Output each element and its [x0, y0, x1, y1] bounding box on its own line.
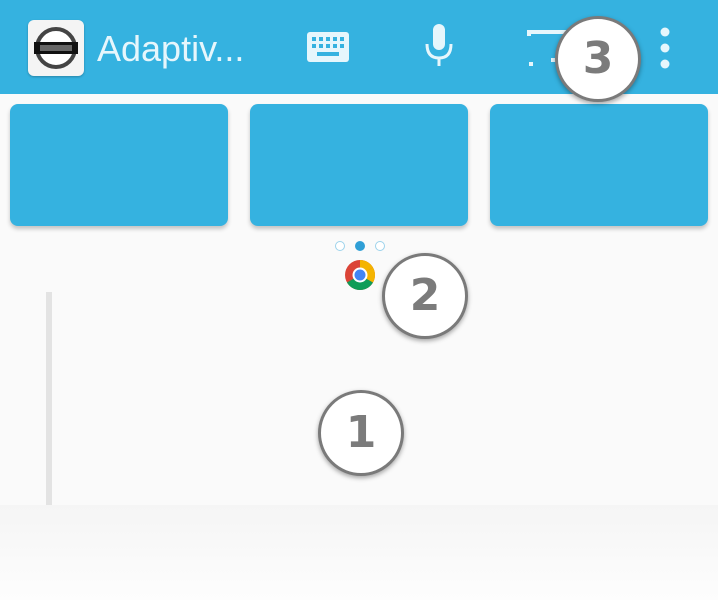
page-dot-active[interactable]	[355, 241, 365, 251]
tile-2[interactable]	[250, 104, 468, 226]
microphone-icon[interactable]	[422, 22, 456, 70]
screen: Adaptiv... 1 2 3	[0, 0, 718, 600]
app-title: Adaptiv...	[97, 28, 245, 69]
callout-3: 3	[555, 16, 641, 102]
more-vert-icon[interactable]	[655, 24, 675, 72]
callout-2: 2	[382, 253, 468, 339]
bottom-area	[0, 505, 718, 600]
chrome-icon[interactable]	[343, 258, 377, 292]
keyboard-icon[interactable]	[305, 30, 351, 64]
page-dot[interactable]	[335, 241, 345, 251]
callout-1: 1	[318, 390, 404, 476]
tile-1[interactable]	[10, 104, 228, 226]
tile-3[interactable]	[490, 104, 708, 226]
page-dot[interactable]	[375, 241, 385, 251]
app-logo-icon[interactable]	[28, 20, 84, 76]
page-indicator	[333, 240, 389, 254]
